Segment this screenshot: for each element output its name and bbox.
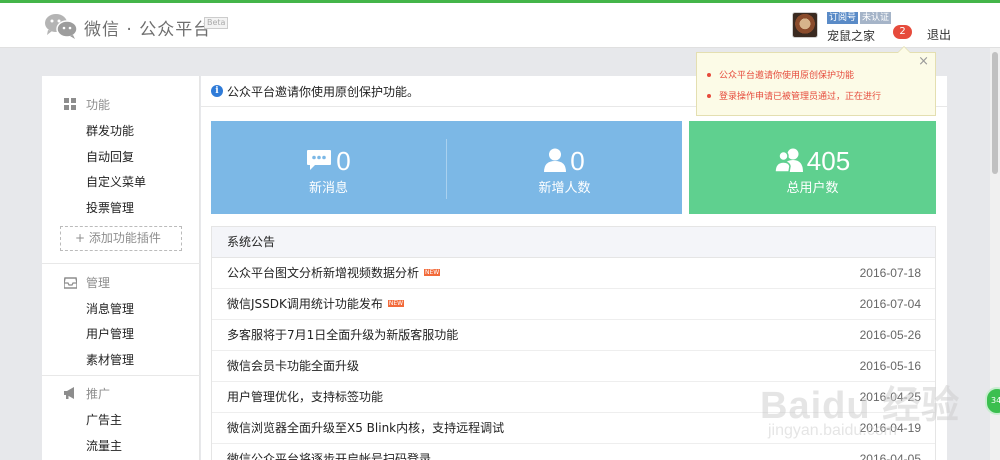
scrollbar-thumb[interactable] bbox=[992, 52, 998, 174]
chat-bubble-icon bbox=[306, 149, 332, 174]
logo-text[interactable]: 微信 · 公众平台 bbox=[84, 15, 211, 40]
add-plugin-button[interactable]: + 添加功能插件 bbox=[60, 226, 182, 251]
stat-total-users[interactable]: 405 总用户数 bbox=[689, 121, 936, 214]
main-content: i 公众平台邀请你使用原创保护功能。 0 新消息 0 新增人数 405 总用户数… bbox=[201, 76, 947, 460]
beta-badge: Beta bbox=[204, 17, 229, 29]
announcement-date: 2016-05-16 bbox=[859, 359, 921, 373]
inbox-icon bbox=[63, 276, 78, 289]
sidebar-category-function: 功能 bbox=[64, 96, 110, 113]
stats-panel: 0 新消息 0 新增人数 bbox=[211, 121, 682, 214]
announcement-date: 2016-04-19 bbox=[859, 421, 921, 435]
users-group-icon bbox=[774, 148, 803, 175]
list-item[interactable]: 微信公众平台将逐步开启帐号扫码登录 2016-04-05 bbox=[212, 444, 935, 460]
announcement-list: 系统公告 公众平台图文分析新增视频数据分析 NEW 2016-07-18 微信JS… bbox=[211, 226, 936, 460]
sidebar: 功能 群发功能 自动回复 自定义菜单 投票管理 + 添加功能插件 管理 消息管理… bbox=[42, 76, 200, 460]
sidebar-category-promote: 推广 bbox=[64, 385, 110, 402]
sidebar-divider bbox=[42, 375, 200, 376]
stat-value: 405 bbox=[806, 146, 851, 176]
info-icon: i bbox=[211, 85, 223, 97]
notification-badge[interactable]: 2 bbox=[893, 25, 912, 39]
list-item[interactable]: 微信浏览器全面升级至X5 Blink内核，支持远程调试 2016-04-19 bbox=[212, 413, 935, 444]
list-item[interactable]: 微信会员卡功能全面升级 2016-05-16 bbox=[212, 351, 935, 382]
user-icon bbox=[544, 148, 567, 175]
bullet-dot bbox=[707, 72, 711, 77]
announcement-link[interactable]: 微信JSSDK调用统计功能发布 bbox=[227, 297, 383, 311]
bullet-dot bbox=[707, 93, 711, 98]
subscription-tag: 订阅号 bbox=[827, 12, 859, 24]
stat-value: 0 bbox=[336, 146, 351, 176]
notice-text[interactable]: 公众平台邀请你使用原创保护功能。 bbox=[227, 83, 419, 100]
megaphone-icon bbox=[64, 387, 77, 400]
stat-label: 新增人数 bbox=[538, 181, 591, 196]
announcement-date: 2016-05-26 bbox=[859, 328, 921, 342]
floating-badge-button[interactable]: 34 bbox=[985, 387, 1000, 415]
sidebar-item-publisher[interactable]: 流量主 bbox=[86, 437, 122, 454]
new-badge: NEW bbox=[424, 269, 441, 276]
new-badge: NEW bbox=[387, 300, 405, 307]
unverified-tag: 未认证 bbox=[860, 12, 892, 24]
notification-popup: × 公众平台邀请你使用原创保护功能 登录操作申请已被管理员通过，正在进行 bbox=[696, 46, 936, 116]
list-item[interactable]: 微信JSSDK调用统计功能发布 NEW 2016-07-04 bbox=[212, 289, 935, 320]
announcement-title: 系统公告 bbox=[212, 227, 935, 258]
sidebar-category-label: 功能 bbox=[86, 98, 111, 112]
sidebar-item-mass-send[interactable]: 群发功能 bbox=[86, 122, 134, 139]
popup-message[interactable]: 公众平台邀请你使用原创保护功能 bbox=[707, 68, 854, 81]
stat-new-messages[interactable]: 0 新消息 bbox=[211, 121, 446, 214]
grid-icon bbox=[64, 98, 77, 111]
announcement-link[interactable]: 多客服将于7月1日全面升级为新版客服功能 bbox=[227, 328, 458, 342]
sidebar-item-advertiser[interactable]: 广告主 bbox=[86, 411, 122, 428]
account-name[interactable]: 宠鼠之家 bbox=[827, 27, 875, 44]
popup-message-text: 公众平台邀请你使用原创保护功能 bbox=[719, 71, 855, 81]
announcement-date: 2016-04-05 bbox=[859, 452, 921, 460]
sidebar-category-label: 推广 bbox=[86, 387, 111, 401]
list-item[interactable]: 多客服将于7月1日全面升级为新版客服功能 2016-05-26 bbox=[212, 320, 935, 351]
header: 微信 · 公众平台 Beta 订阅号 未认证 宠鼠之家 2 退出 bbox=[0, 3, 1000, 48]
logout-link[interactable]: 退出 bbox=[927, 26, 951, 43]
announcement-date: 2016-07-04 bbox=[859, 297, 921, 311]
sidebar-item-custom-menu[interactable]: 自定义菜单 bbox=[86, 173, 146, 190]
stat-label: 新消息 bbox=[308, 181, 348, 196]
close-icon[interactable]: × bbox=[918, 54, 929, 69]
announcement-date: 2016-04-25 bbox=[859, 390, 921, 404]
sidebar-item-users[interactable]: 用户管理 bbox=[86, 325, 134, 342]
announcement-date: 2016-07-18 bbox=[859, 266, 921, 280]
sidebar-item-messages[interactable]: 消息管理 bbox=[86, 300, 134, 317]
list-item[interactable]: 用户管理优化，支持标签功能 2016-04-25 bbox=[212, 382, 935, 413]
sidebar-category-manage: 管理 bbox=[63, 274, 111, 291]
stats-panel-total: 405 总用户数 bbox=[689, 121, 936, 214]
sidebar-item-vote[interactable]: 投票管理 bbox=[86, 199, 134, 216]
stat-new-users[interactable]: 0 新增人数 bbox=[447, 121, 682, 214]
sidebar-item-materials[interactable]: 素材管理 bbox=[86, 351, 134, 368]
sidebar-divider bbox=[42, 263, 200, 264]
announcement-link[interactable]: 微信公众平台将逐步开启帐号扫码登录 bbox=[227, 452, 431, 460]
sidebar-category-label: 管理 bbox=[86, 276, 111, 290]
popup-message-text: 登录操作申请已被管理员通过，正在进行 bbox=[719, 92, 882, 102]
sidebar-item-auto-reply[interactable]: 自动回复 bbox=[86, 148, 134, 165]
stat-label: 总用户数 bbox=[786, 181, 839, 196]
announcement-link[interactable]: 用户管理优化，支持标签功能 bbox=[227, 390, 383, 404]
announcement-link[interactable]: 公众平台图文分析新增视频数据分析 bbox=[227, 266, 419, 280]
announcement-link[interactable]: 微信会员卡功能全面升级 bbox=[227, 359, 359, 373]
avatar[interactable] bbox=[792, 12, 818, 38]
stat-value: 0 bbox=[570, 146, 585, 176]
popup-message[interactable]: 登录操作申请已被管理员通过，正在进行 bbox=[707, 89, 881, 102]
list-item[interactable]: 公众平台图文分析新增视频数据分析 NEW 2016-07-18 bbox=[212, 258, 935, 289]
wechat-logo-icon[interactable] bbox=[44, 13, 78, 39]
announcement-link[interactable]: 微信浏览器全面升级至X5 Blink内核，支持远程调试 bbox=[227, 421, 504, 435]
